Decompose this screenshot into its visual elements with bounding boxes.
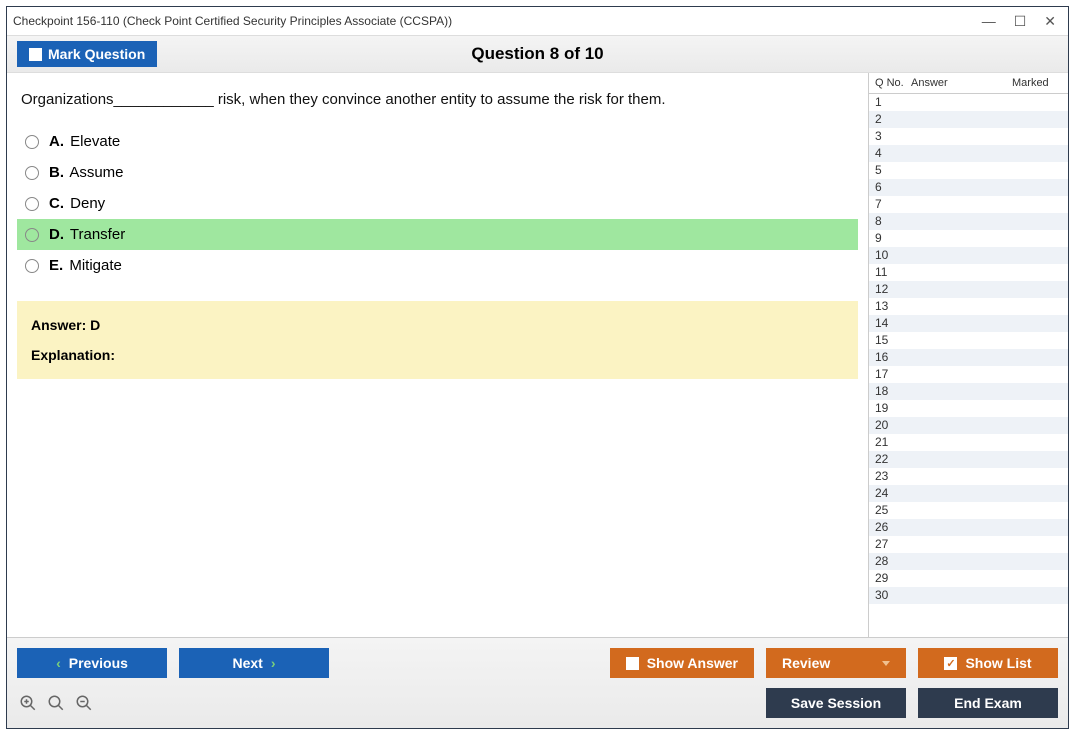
question-list-panel: Q No. Answer Marked 12345678910111213141… [868,73,1068,637]
question-list-row[interactable]: 4 [869,145,1068,162]
review-label: Review [782,655,830,671]
choices-list: A. Elevate B. Assume C. Deny D. Transfer E. … [17,126,858,281]
chevron-down-icon [882,661,890,666]
window-titlebar: Checkpoint 156-110 (Check Point Certifie… [7,7,1068,35]
next-label: Next [232,655,262,671]
question-list-row[interactable]: 13 [869,298,1068,315]
radio-icon [25,166,39,180]
question-list-row[interactable]: 27 [869,536,1068,553]
question-header-bar: Mark Question Question 8 of 10 [7,35,1068,73]
question-list-row[interactable]: 30 [869,587,1068,604]
body-row: Organizations____________ risk, when the… [7,73,1068,637]
radio-icon [25,228,39,242]
choice-e[interactable]: E. Mitigate [17,250,858,281]
footer-row-2: Save Session End Exam [7,688,1068,728]
question-list-row[interactable]: 19 [869,400,1068,417]
review-dropdown[interactable]: Review [766,648,906,678]
question-list-row[interactable]: 26 [869,519,1068,536]
end-exam-button[interactable]: End Exam [918,688,1058,718]
show-list-label: Show List [965,655,1031,671]
question-list-row[interactable]: 3 [869,128,1068,145]
show-list-button[interactable]: ✓ Show List [918,648,1058,678]
choice-d[interactable]: D. Transfer [17,219,858,250]
close-icon[interactable]: ✕ [1044,13,1056,30]
window-title: Checkpoint 156-110 (Check Point Certifie… [13,14,982,28]
save-session-label: Save Session [791,695,881,711]
question-list-row[interactable]: 18 [869,383,1068,400]
mark-question-button[interactable]: Mark Question [17,41,157,67]
footer: ‹ Previous Next › Show Answer Review ✓ S… [7,637,1068,728]
question-list-row[interactable]: 21 [869,434,1068,451]
choice-label: A. Elevate [49,133,120,150]
radio-icon [25,135,39,149]
end-exam-label: End Exam [954,695,1022,711]
choice-b[interactable]: B. Assume [17,157,858,188]
question-area: Organizations____________ risk, when the… [17,87,858,637]
previous-label: Previous [69,655,128,671]
choice-label: D. Transfer [49,226,125,243]
question-list-row[interactable]: 20 [869,417,1068,434]
question-list-row[interactable]: 12 [869,281,1068,298]
explanation-label: Explanation: [31,347,115,363]
question-list-row[interactable]: 5 [869,162,1068,179]
question-list-row[interactable]: 29 [869,570,1068,587]
choice-label: C. Deny [49,195,105,212]
show-answer-button[interactable]: Show Answer [610,648,754,678]
question-list-row[interactable]: 1 [869,94,1068,111]
app-window: Checkpoint 156-110 (Check Point Certifie… [6,6,1069,729]
question-list-header: Q No. Answer Marked [869,73,1068,94]
question-list-row[interactable]: 15 [869,332,1068,349]
question-list-row[interactable]: 22 [869,451,1068,468]
question-counter: Question 8 of 10 [7,44,1068,64]
window-controls: — ☐ ✕ [982,13,1062,30]
next-button[interactable]: Next › [179,648,329,678]
radio-icon [25,197,39,211]
choice-label: B. Assume [49,164,124,181]
save-session-button[interactable]: Save Session [766,688,906,718]
question-list-row[interactable]: 23 [869,468,1068,485]
zoom-reset-icon[interactable] [45,692,67,714]
minimize-icon[interactable]: — [982,13,996,30]
question-list-row[interactable]: 28 [869,553,1068,570]
checkbox-icon [29,48,42,61]
question-list-row[interactable]: 25 [869,502,1068,519]
question-list-scroll[interactable]: 1234567891011121314151617181920212223242… [869,94,1068,637]
question-list-row[interactable]: 6 [869,179,1068,196]
col-answer: Answer [911,77,1012,89]
chevron-left-icon: ‹ [56,655,61,671]
question-list-row[interactable]: 10 [869,247,1068,264]
question-list-row[interactable]: 16 [869,349,1068,366]
answer-panel: Answer: D Explanation: [17,301,858,379]
choice-c[interactable]: C. Deny [17,188,858,219]
question-text: Organizations____________ risk, when the… [17,87,858,126]
question-list-row[interactable]: 11 [869,264,1068,281]
question-list-row[interactable]: 17 [869,366,1068,383]
footer-row-1: ‹ Previous Next › Show Answer Review ✓ S… [7,638,1068,688]
choice-label: E. Mitigate [49,257,122,274]
question-list-row[interactable]: 8 [869,213,1068,230]
question-list-row[interactable]: 24 [869,485,1068,502]
zoom-controls [17,692,95,714]
previous-button[interactable]: ‹ Previous [17,648,167,678]
answer-line: Answer: D [31,317,844,333]
maximize-icon[interactable]: ☐ [1014,13,1027,30]
main-column: Organizations____________ risk, when the… [7,73,868,637]
col-qno: Q No. [871,77,911,89]
checkbox-checked-icon: ✓ [944,657,957,670]
zoom-out-icon[interactable] [73,692,95,714]
question-list-row[interactable]: 14 [869,315,1068,332]
mark-question-label: Mark Question [48,46,145,62]
show-answer-label: Show Answer [647,655,738,671]
question-list-row[interactable]: 7 [869,196,1068,213]
col-marked: Marked [1012,77,1066,89]
checkbox-icon [626,657,639,670]
zoom-in-icon[interactable] [17,692,39,714]
chevron-right-icon: › [271,655,276,671]
question-list-row[interactable]: 9 [869,230,1068,247]
radio-icon [25,259,39,273]
question-list-row[interactable]: 2 [869,111,1068,128]
choice-a[interactable]: A. Elevate [17,126,858,157]
